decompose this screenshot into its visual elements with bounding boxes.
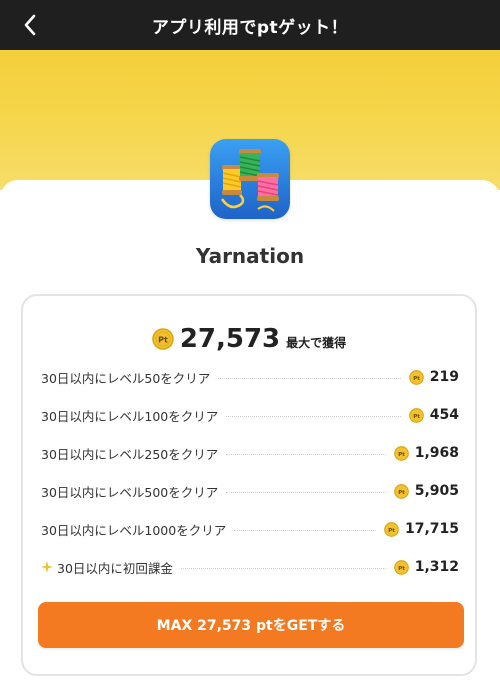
task-points: 454 [429,407,459,423]
task-row: 30日以内にレベル100をクリア Pt 454 [41,396,459,434]
total-points: Pt 27,573 最大で獲得 [23,324,475,354]
task-points: 17,715 [404,521,459,537]
task-label: 30日以内にレベル500をクリア [41,484,219,500]
pt-coin-icon: Pt [393,445,409,461]
task-label: 30日以内にレベル100をクリア [41,408,219,424]
dotted-leader [226,415,401,417]
get-points-button[interactable]: MAX 27,573 ptをGETする [38,602,464,648]
total-points-suffix: 最大で獲得 [286,336,347,350]
pt-coin-icon: Pt [408,369,424,385]
chevron-left-icon [24,14,36,36]
task-row: 30日以内にレベル250をクリア Pt 1,968 [41,434,459,472]
pt-coin-icon: Pt [393,483,409,499]
pt-coin-icon: Pt [384,521,399,537]
app-name: Yarnation [195,244,305,268]
task-row: 30日以内にレベル1000をクリア Pt 17,715 [41,510,459,548]
task-label: 30日以内にレベル50をクリア [41,370,211,386]
task-points: 219 [429,369,459,385]
task-points: 1,312 [414,559,459,575]
yarn-spools-app-icon [210,139,290,219]
task-points: 5,905 [414,483,459,499]
task-label: 30日以内にレベル250をクリア [41,446,219,462]
back-button[interactable] [14,9,46,41]
sparkle-icon [41,561,53,573]
total-points-value: 27,573 [179,324,281,354]
svg-text:Pt: Pt [398,565,405,571]
task-label: 30日以内にレベル1000をクリア [41,522,227,538]
dotted-leader [226,453,386,455]
pt-coin-icon: Pt [408,407,424,423]
reward-card: Pt 27,573 最大で獲得 30日以内にレベル50をクリア Pt 219 3… [21,294,477,676]
svg-text:Pt: Pt [398,451,405,457]
page-title: アプリ利用でptゲット！ [151,17,349,38]
svg-text:Pt: Pt [398,489,405,495]
svg-text:Pt: Pt [413,413,420,419]
pt-coin-icon: Pt [152,328,174,350]
task-row: 30日以内に初回課金 Pt 1,312 [41,548,459,586]
dotted-leader [226,491,386,493]
svg-text:Pt: Pt [388,527,395,533]
svg-text:Pt: Pt [158,336,168,345]
task-list: 30日以内にレベル50をクリア Pt 219 30日以内にレベル100をクリア … [41,358,459,586]
pt-coin-icon: Pt [393,559,409,575]
top-bar: アプリ利用でptゲット！ [0,0,500,50]
app-icon [210,139,290,219]
dotted-leader [180,567,386,569]
task-points: 1,968 [414,445,459,461]
task-row: 30日以内にレベル50をクリア Pt 219 [41,358,459,396]
dotted-leader [234,529,376,531]
svg-text:Pt: Pt [413,375,420,381]
task-row: 30日以内にレベル500をクリア Pt 5,905 [41,472,459,510]
dotted-leader [218,377,401,379]
task-label: 30日以内に初回課金 [57,560,173,576]
